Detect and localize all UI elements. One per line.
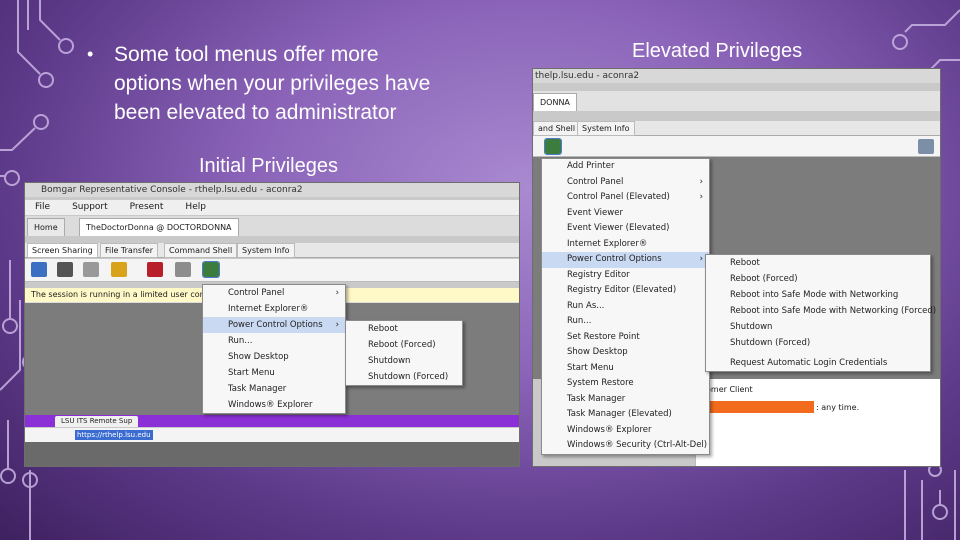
- initial-privileges-screenshot: Bomgar Representative Console - rthelp.l…: [24, 182, 520, 467]
- menu-item[interactable]: Set Restore Point: [542, 330, 709, 346]
- menu-item[interactable]: Reboot (Forced): [706, 271, 930, 287]
- tab-command-shell[interactable]: and Shell: [533, 121, 581, 136]
- bullet-line: options when your privileges have: [114, 72, 431, 95]
- remote-screen-lower: [25, 442, 519, 466]
- menu-bar: File Support Present Help: [25, 200, 519, 215]
- initial-privileges-label: Initial Privileges: [199, 155, 338, 177]
- menu-item[interactable]: Reboot: [346, 321, 462, 337]
- bullet-marker: •: [87, 44, 94, 64]
- menu-item[interactable]: Shutdown (Forced): [346, 369, 462, 385]
- menu-item[interactable]: Internet Explorer®: [542, 237, 709, 253]
- record-icon[interactable]: [147, 262, 163, 277]
- orange-banner: [696, 401, 814, 413]
- special-actions-menu: Control Panel › Internet Explorer® Power …: [202, 284, 346, 414]
- toolbar: [533, 136, 940, 157]
- tool-tabs: and Shell System Info: [533, 121, 940, 136]
- menu-item[interactable]: Power Control Options ›: [203, 317, 345, 333]
- menu-item[interactable]: Event Viewer: [542, 206, 709, 222]
- menu-item[interactable]: Power Control Options ›: [542, 252, 709, 268]
- session-tabs: Home TheDoctorDonna @ DOCTORDONNA: [25, 216, 519, 236]
- menu-item[interactable]: Reboot (Forced): [346, 337, 462, 353]
- menu-item[interactable]: Task Manager: [542, 392, 709, 408]
- menu-item[interactable]: System Restore: [542, 376, 709, 392]
- tab-session[interactable]: DONNA: [533, 93, 577, 111]
- menu-item[interactable]: Event Viewer (Elevated): [542, 221, 709, 237]
- browser-tab[interactable]: LSU ITS Remote Sup: [55, 416, 139, 427]
- tab-system-info[interactable]: System Info: [237, 243, 295, 258]
- menu-item[interactable]: Control Panel ›: [542, 175, 709, 191]
- bullet-line: been elevated to administrator: [114, 101, 397, 124]
- menu-item[interactable]: Shutdown: [346, 353, 462, 369]
- menu-item[interactable]: Windows® Explorer: [203, 397, 345, 413]
- slide-bullet: • Some tool menus offer more options whe…: [87, 40, 508, 127]
- menu-support[interactable]: Support: [72, 202, 108, 212]
- tab-system-info[interactable]: System Info: [577, 121, 635, 136]
- menu-item[interactable]: Registry Editor: [542, 268, 709, 284]
- background-window-title: omer Client: [706, 385, 753, 394]
- menu-item[interactable]: Control Panel (Elevated) ›: [542, 190, 709, 206]
- tab-screen-sharing[interactable]: Screen Sharing: [27, 243, 98, 258]
- menu-item[interactable]: Request Automatic Login Credentials: [706, 355, 930, 371]
- menu-item[interactable]: Add Printer: [542, 159, 709, 175]
- mouse-icon[interactable]: [57, 262, 73, 277]
- bullet-line: Some tool menus offer more: [114, 43, 379, 66]
- tab-command-shell[interactable]: Command Shell: [164, 243, 238, 258]
- menu-item[interactable]: Windows® Explorer: [542, 423, 709, 439]
- tab-home[interactable]: Home: [27, 218, 65, 236]
- menu-help[interactable]: Help: [185, 202, 206, 212]
- menu-item[interactable]: Reboot: [706, 255, 930, 271]
- special-actions-icon[interactable]: [544, 138, 562, 155]
- menu-item[interactable]: Shutdown (Forced): [706, 335, 930, 351]
- camera-icon[interactable]: [175, 262, 191, 277]
- menu-item[interactable]: Registry Editor (Elevated): [542, 283, 709, 299]
- menu-item[interactable]: Task Manager: [203, 381, 345, 397]
- window-controls: [471, 185, 517, 195]
- window-title: thelp.lsu.edu - aconra2: [533, 69, 940, 83]
- session-tabs: DONNA: [533, 91, 940, 111]
- background-window: omer Client : any time.: [695, 379, 940, 466]
- background-window-text: : any time.: [816, 403, 860, 412]
- special-actions-menu: Add Printer Control Panel › Control Panel…: [541, 158, 710, 455]
- window-title: Bomgar Representative Console - rthelp.l…: [25, 183, 519, 197]
- monitor-icon[interactable]: [31, 262, 47, 277]
- url-field[interactable]: https://rthelp.lsu.edu: [75, 430, 153, 440]
- menu-item[interactable]: Show Desktop: [203, 349, 345, 365]
- menu-item[interactable]: Windows® Security (Ctrl-Alt-Del): [542, 438, 709, 454]
- menu-item[interactable]: Run As...: [542, 299, 709, 315]
- menu-item[interactable]: Run...: [203, 333, 345, 349]
- power-submenu: Reboot Reboot (Forced) Shutdown Shutdown…: [345, 320, 463, 386]
- menu-item[interactable]: Run...: [542, 314, 709, 330]
- menu-present[interactable]: Present: [130, 202, 164, 212]
- elevated-privileges-screenshot: thelp.lsu.edu - aconra2 DONNA and Shell …: [532, 68, 941, 467]
- menu-item[interactable]: Reboot into Safe Mode with Networking: [706, 287, 930, 303]
- menu-item[interactable]: Show Desktop: [542, 345, 709, 361]
- annotate-icon[interactable]: [111, 262, 127, 277]
- tab-file-transfer[interactable]: File Transfer: [100, 243, 159, 258]
- special-actions-icon[interactable]: [202, 261, 220, 278]
- menu-file[interactable]: File: [35, 202, 50, 212]
- menu-item[interactable]: Internet Explorer®: [203, 301, 345, 317]
- elevated-privileges-label: Elevated Privileges: [632, 40, 803, 62]
- menu-item[interactable]: Start Menu: [203, 365, 345, 381]
- menu-item[interactable]: Reboot into Safe Mode with Networking (F…: [706, 303, 936, 319]
- user-icon[interactable]: [83, 262, 99, 277]
- toolbar: [25, 259, 519, 282]
- menu-item[interactable]: Shutdown: [706, 319, 930, 335]
- address-bar: https://rthelp.lsu.edu: [25, 428, 519, 442]
- menu-item[interactable]: Task Manager (Elevated): [542, 407, 709, 423]
- power-submenu: Reboot Reboot (Forced) Reboot into Safe …: [705, 254, 936, 372]
- menu-item[interactable]: Start Menu: [542, 361, 709, 377]
- tool-tabs: Screen Sharing File Transfer Command She…: [25, 243, 519, 258]
- menu-item[interactable]: Control Panel ›: [203, 285, 345, 301]
- browser-tab-strip: LSU ITS Remote Sup: [25, 415, 519, 427]
- camera-icon[interactable]: [918, 139, 934, 154]
- tab-session[interactable]: TheDoctorDonna @ DOCTORDONNA: [79, 218, 239, 236]
